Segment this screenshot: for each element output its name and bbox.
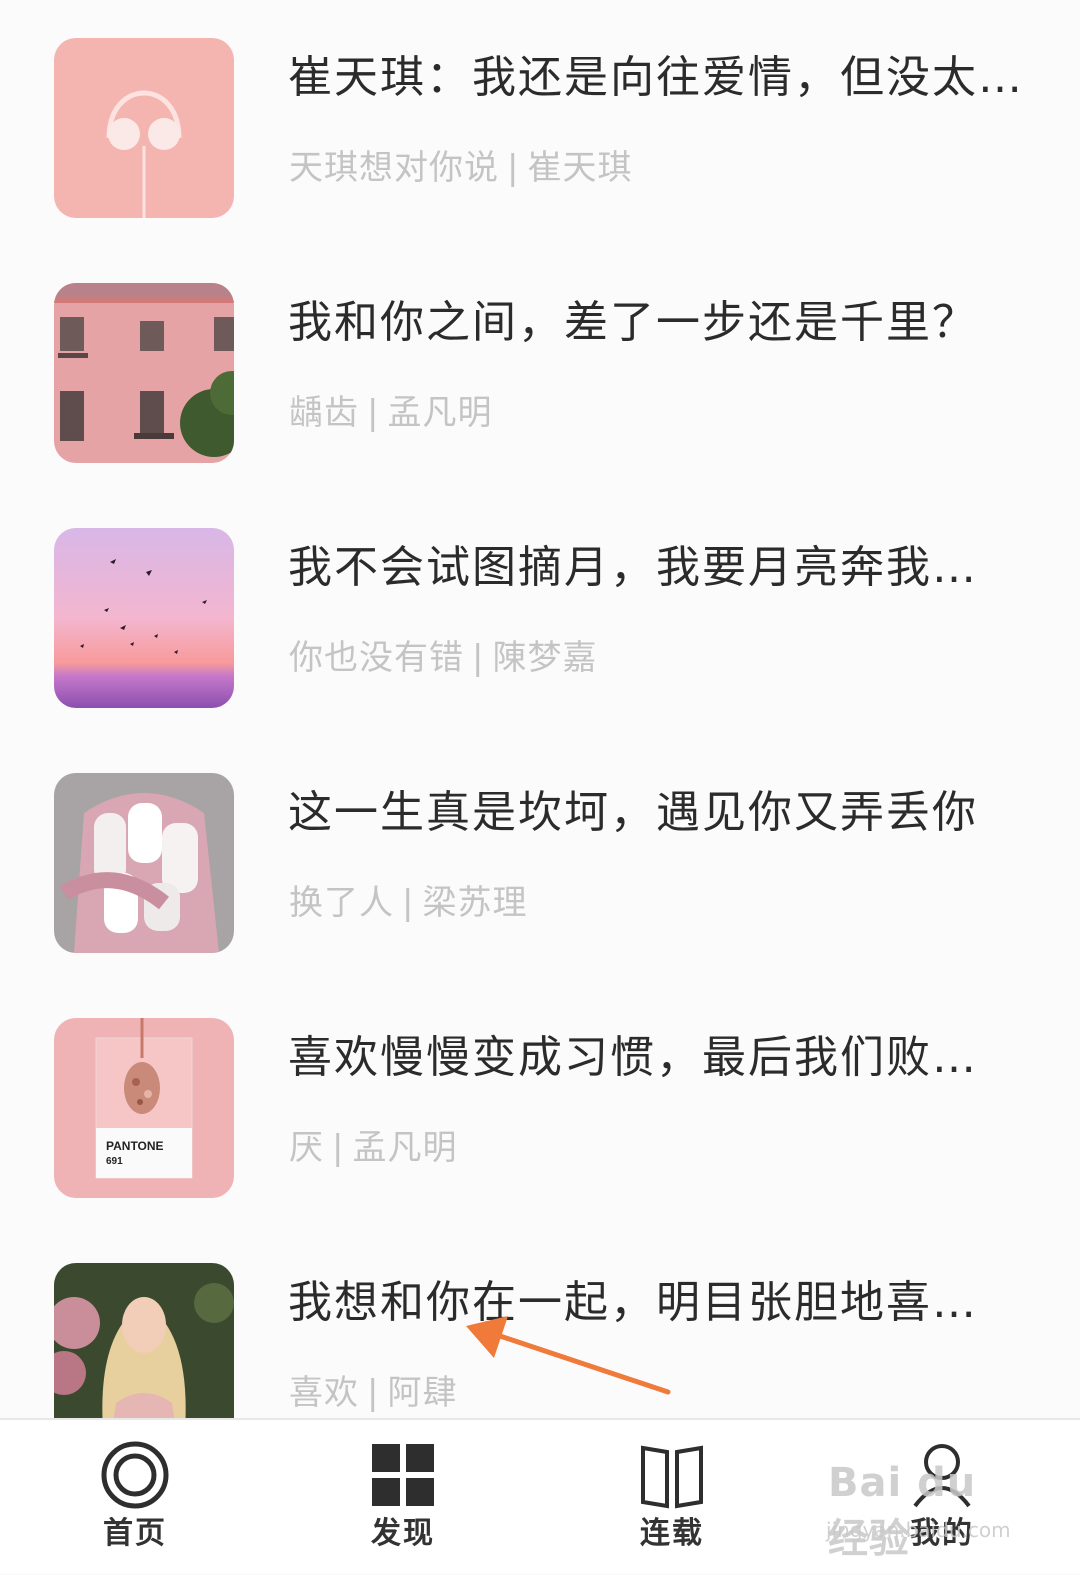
item-title: 我想和你在一起，明目张胆地喜…	[288, 1277, 978, 1328]
tab-serial[interactable]: 连载	[572, 1420, 772, 1575]
article-list: 崔天琪：我还是向往爱情，但没太… 天琪想对你说|崔天琪 我和你之间，差了一步	[0, 0, 1080, 1418]
list-item[interactable]: 这一生真是坎坷，遇见你又弄丢你 换了人 | 梁苏理	[0, 773, 1080, 1018]
item-author: 孟凡明	[352, 1128, 458, 1168]
item-meta: 换了人 | 梁苏理	[289, 879, 527, 927]
item-tag: 换了人	[289, 883, 394, 923]
item-tag: 你也没有错	[289, 638, 464, 678]
pantone-card-image: PANTONE 691	[54, 1018, 234, 1198]
list-item[interactable]: 崔天琪：我还是向往爱情，但没太… 天琪想对你说 | 崔天琪	[0, 38, 1080, 283]
list-item[interactable]: 我想和你在一起，明目张胆地喜… 喜欢 | 阿肆	[0, 1263, 1080, 1418]
item-title: 这一生真是坎坷，遇见你又弄丢你	[288, 787, 978, 838]
home-circle-icon	[101, 1441, 169, 1509]
item-meta: 天琪想对你说 | 崔天琪	[289, 144, 632, 192]
pink-building-image	[54, 283, 234, 463]
meta-separator: |	[367, 393, 380, 433]
meta-separator: |	[507, 148, 520, 188]
grid-icon	[372, 1444, 434, 1506]
item-meta: 你也没有错 | 陳梦嘉	[289, 634, 597, 682]
book-icon	[641, 1445, 703, 1509]
meta-separator: |	[402, 883, 415, 923]
tab-discover-label: 发现	[371, 1516, 435, 1551]
tab-discover[interactable]: 发现	[303, 1420, 503, 1575]
tab-home-label: 首页	[103, 1516, 167, 1551]
item-title: 我和你之间，差了一步还是千里？	[288, 297, 978, 348]
meta-separator: |	[472, 638, 485, 678]
item-author: 陳梦嘉	[492, 638, 598, 678]
item-title: 喜欢慢慢变成习惯，最后我们败…	[288, 1032, 978, 1083]
meta-separator: |	[332, 1128, 345, 1168]
person-icon	[913, 1444, 971, 1508]
sunset-birds-image	[54, 528, 234, 708]
list-item[interactable]: PANTONE 691 喜欢慢慢变成习惯，最后我们败… 厌 | 孟凡明	[0, 1018, 1080, 1263]
item-meta: 龋齿 | 孟凡明	[289, 389, 492, 437]
item-author: 阿肆	[387, 1373, 458, 1413]
list-item[interactable]: 我和你之间，差了一步还是千里？ 龋齿 | 孟凡明	[0, 283, 1080, 528]
pantone-number: 691	[106, 1156, 123, 1167]
headphones-image	[54, 38, 234, 218]
tab-serial-label: 连载	[640, 1516, 704, 1551]
person-pink-hoodie-image	[54, 773, 234, 953]
blonde-woman-image	[54, 1263, 234, 1418]
item-tag: 天琪想对你说	[289, 148, 499, 188]
tab-mine[interactable]: 我的	[842, 1420, 1042, 1575]
item-meta: 厌 | 孟凡明	[289, 1124, 457, 1172]
item-tag: 喜欢	[289, 1373, 359, 1413]
item-meta: 喜欢 | 阿肆	[289, 1369, 457, 1417]
item-title: 我不会试图摘月，我要月亮奔我…	[288, 542, 978, 593]
item-title: 崔天琪：我还是向往爱情，但没太…	[288, 52, 1024, 103]
tab-mine-label: 我的	[910, 1516, 974, 1551]
item-tag: 厌	[289, 1128, 324, 1168]
list-item[interactable]: 我不会试图摘月，我要月亮奔我… 你也没有错 | 陳梦嘉	[0, 528, 1080, 773]
item-author: 孟凡明	[387, 393, 493, 433]
bottom-tab-bar: 首页 发现 连载 我的	[0, 1418, 1080, 1573]
tab-home[interactable]: 首页	[35, 1420, 235, 1575]
pantone-text: PANTONE	[106, 1139, 164, 1153]
item-author: 崔天琪	[527, 148, 633, 188]
item-author: 梁苏理	[422, 883, 528, 923]
meta-separator: |	[367, 1373, 380, 1413]
item-tag: 龋齿	[289, 393, 359, 433]
